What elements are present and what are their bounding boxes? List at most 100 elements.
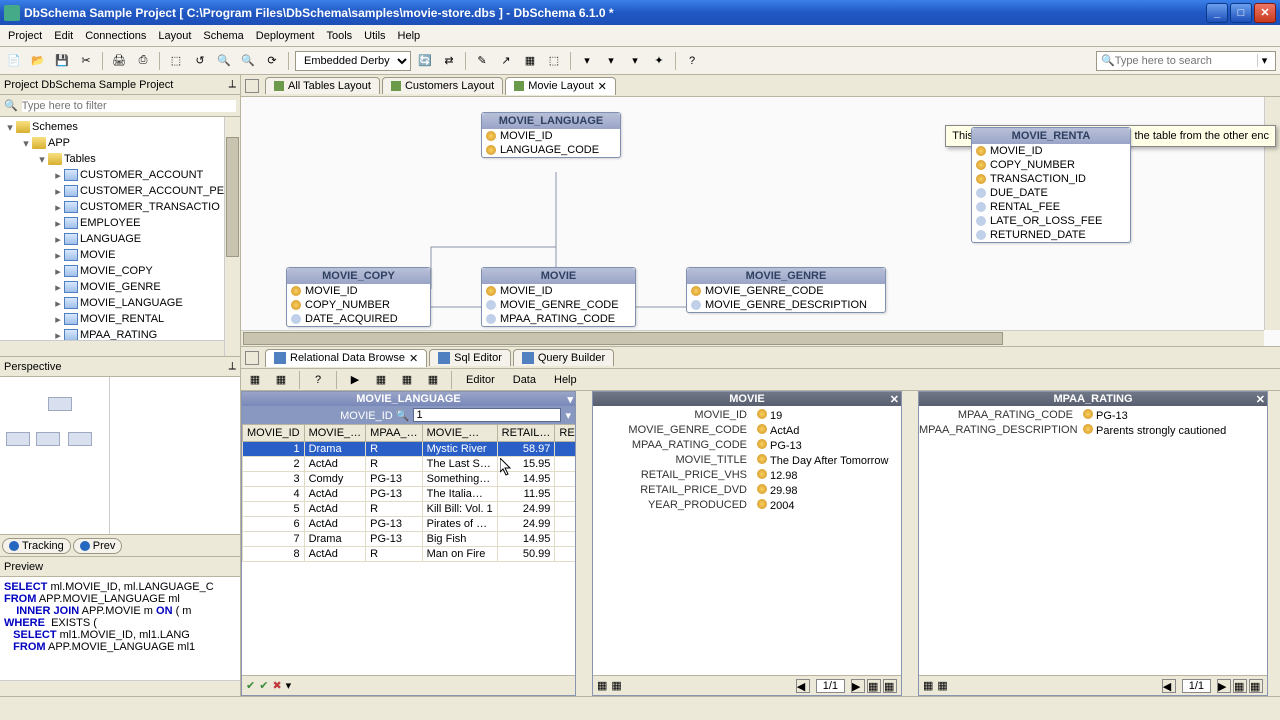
bp-tool2-icon[interactable]: ▦ (271, 370, 291, 390)
project-panel-header: Project DbSchema Sample Project ⟂ (0, 75, 240, 95)
dropdown3-icon[interactable]: ▾ (625, 51, 645, 71)
menu-deployment[interactable]: Deployment (256, 30, 315, 42)
tree-tables[interactable]: ▾Tables (0, 151, 240, 167)
layout-tab-customers-layout[interactable]: Customers Layout (382, 77, 503, 94)
bottom-tab-relational-data-browse[interactable]: Relational Data Browse✕ (265, 349, 427, 367)
tree-table-movie_genre[interactable]: ▸MOVIE_GENRE (0, 279, 240, 295)
menu-tools[interactable]: Tools (326, 30, 352, 42)
table-row[interactable]: 3ComdyPG-13Something…14.9529.992003 (243, 472, 576, 487)
tree-table-movie_rental[interactable]: ▸MOVIE_RENTAL (0, 311, 240, 327)
tree-schemes[interactable]: ▾Schemes (0, 119, 240, 135)
connect-icon[interactable]: 🔄 (415, 51, 435, 71)
table-row[interactable]: 1DramaRMystic River58.9719.962003 (243, 442, 576, 457)
menubar: Project Edit Connections Layout Schema Deploy… (0, 25, 1280, 47)
menu-help[interactable]: Help (398, 30, 421, 42)
tree-table-customer_transactio[interactable]: ▸CUSTOMER_TRANSACTIO (0, 199, 240, 215)
bp-run-icon[interactable]: ▶ (345, 370, 365, 390)
table-row[interactable]: 6ActAdPG-13Pirates of …24.9929.992003 (243, 517, 576, 532)
layout-tab-movie-layout[interactable]: Movie Layout✕ (505, 77, 616, 95)
table-row[interactable]: 5ActAdRKill Bill: Vol. 124.9929.992003 (243, 502, 576, 517)
menu-layout[interactable]: Layout (158, 30, 191, 42)
dropdown1-icon[interactable]: ▾ (577, 51, 597, 71)
er-diagram[interactable]: This icon indicates the presence Add the… (241, 97, 1280, 346)
preview-scrollbar[interactable] (0, 680, 240, 696)
tree-table-movie_copy[interactable]: ▸MOVIE_COPY (0, 263, 240, 279)
entity-movie_language[interactable]: MOVIE_LANGUAGEMOVIE_IDLANGUAGE_CODE (481, 112, 621, 158)
tree-scrollbar-h[interactable] (0, 340, 224, 356)
table-row[interactable]: 7DramaPG-13Big Fish14.9519.942003 (243, 532, 576, 547)
tree-table-employee[interactable]: ▸EMPLOYEE (0, 215, 240, 231)
filter-input[interactable] (413, 408, 561, 422)
search-box[interactable]: 🔍 ▾ (1096, 51, 1276, 71)
database-select[interactable]: Embedded Derby (295, 51, 411, 71)
edit-icon[interactable]: ✎ (472, 51, 492, 71)
new-icon[interactable]: 📄 (4, 51, 24, 71)
zoom-out-icon[interactable]: 🔍 (238, 51, 258, 71)
table-row[interactable]: 8ActAdRMan on Fire50.9929.982004 (243, 547, 576, 562)
tree-app[interactable]: ▾APP (0, 135, 240, 151)
schema-tree[interactable]: ▾Schemes▾APP▾Tables▸CUSTOMER_ACCOUNT▸CUS… (0, 117, 240, 356)
detail-row: MOVIE_TITLEThe Day After Tomorrow (593, 453, 901, 468)
tree-table-customer_account[interactable]: ▸CUSTOMER_ACCOUNT (0, 167, 240, 183)
bp-grid2-icon[interactable]: ▦ (397, 370, 417, 390)
diagram-scrollbar-h[interactable] (241, 330, 1264, 346)
dropdown2-icon[interactable]: ▾ (601, 51, 621, 71)
maximize-button[interactable]: □ (1230, 3, 1252, 23)
minimize-button[interactable]: _ (1206, 3, 1228, 23)
menu-project[interactable]: Project (8, 30, 42, 42)
refresh-icon[interactable]: ⟳ (262, 51, 282, 71)
menu-edit[interactable]: Edit (54, 30, 73, 42)
help-label[interactable]: Help (548, 374, 583, 386)
search-input[interactable] (1115, 55, 1257, 67)
editor-label[interactable]: Editor (460, 374, 501, 386)
tools-icon[interactable]: ✦ (649, 51, 669, 71)
table-icon[interactable]: ▦ (520, 51, 540, 71)
bottom-toggle-icon[interactable] (245, 351, 259, 365)
close-button[interactable]: ✕ (1254, 3, 1276, 23)
entity-movie[interactable]: MOVIEMOVIE_IDMOVIE_GENRE_CODEMPAA_RATING… (481, 267, 636, 327)
layout-tab-all-tables-layout[interactable]: All Tables Layout (265, 77, 380, 94)
zoom-fit-icon[interactable]: ⬚ (166, 51, 186, 71)
entity-movie_copy[interactable]: MOVIE_COPYMOVIE_IDCOPY_NUMBERDATE_ACQUIR… (286, 267, 431, 327)
pin-icon[interactable]: ⟂ (229, 78, 236, 91)
tree-table-movie_language[interactable]: ▸MOVIE_LANGUAGE (0, 295, 240, 311)
zoom-actual-icon[interactable]: ↺ (190, 51, 210, 71)
menu-schema[interactable]: Schema (203, 30, 243, 42)
close-tab-icon[interactable]: ✕ (598, 80, 607, 93)
save-icon[interactable]: 💾 (52, 51, 72, 71)
tool-icon[interactable]: ↗ (496, 51, 516, 71)
close-tab-icon[interactable]: ✕ (409, 352, 418, 365)
perspective-pin-icon[interactable]: ⟂ (229, 360, 236, 373)
bp-help-icon[interactable]: ? (308, 370, 328, 390)
bp-grid3-icon[interactable]: ▦ (423, 370, 443, 390)
zoom-in-icon[interactable]: 🔍 (214, 51, 234, 71)
table-row[interactable]: 4ActAdPG-13The Italia…11.9519.992003 (243, 487, 576, 502)
tree-filter-input[interactable] (22, 100, 236, 112)
export-icon[interactable]: ⎙ (133, 51, 153, 71)
cut-icon[interactable]: ✂ (76, 51, 96, 71)
table-row[interactable]: 2ActAdRThe Last S…15.9519.962003 (243, 457, 576, 472)
relation-icon[interactable]: ⬚ (544, 51, 564, 71)
entity-movie_rental[interactable]: MOVIE_RENTAMOVIE_IDCOPY_NUMBERTRANSACTIO… (971, 127, 1131, 243)
bp-grid1-icon[interactable]: ▦ (371, 370, 391, 390)
entity-movie_genre[interactable]: MOVIE_GENREMOVIE_GENRE_CODEMOVIE_GENRE_D… (686, 267, 886, 313)
menu-connections[interactable]: Connections (85, 30, 146, 42)
bottom-tab-sql-editor[interactable]: Sql Editor (429, 349, 511, 366)
bottom-tab-query-builder[interactable]: Query Builder (513, 349, 614, 366)
tree-table-customer_account_pe[interactable]: ▸CUSTOMER_ACCOUNT_PE (0, 183, 240, 199)
sync-icon[interactable]: ⇄ (439, 51, 459, 71)
print-icon[interactable]: 🖨 (109, 51, 129, 71)
data-label[interactable]: Data (507, 374, 542, 386)
bp-tool1-icon[interactable]: ▦ (245, 370, 265, 390)
help-icon[interactable]: ? (682, 51, 702, 71)
diagram-minimap[interactable] (0, 377, 110, 534)
tree-scrollbar-v[interactable] (224, 117, 240, 356)
tree-table-language[interactable]: ▸LANGUAGE (0, 231, 240, 247)
perspective-tab-prev[interactable]: Prev (73, 538, 123, 554)
search-dropdown-icon[interactable]: ▾ (1257, 54, 1271, 67)
open-icon[interactable]: 📂 (28, 51, 48, 71)
layout-toggle-icon[interactable] (245, 79, 259, 93)
tree-table-movie[interactable]: ▸MOVIE (0, 247, 240, 263)
perspective-tab-tracking[interactable]: Tracking (2, 538, 71, 554)
menu-utils[interactable]: Utils (364, 30, 385, 42)
